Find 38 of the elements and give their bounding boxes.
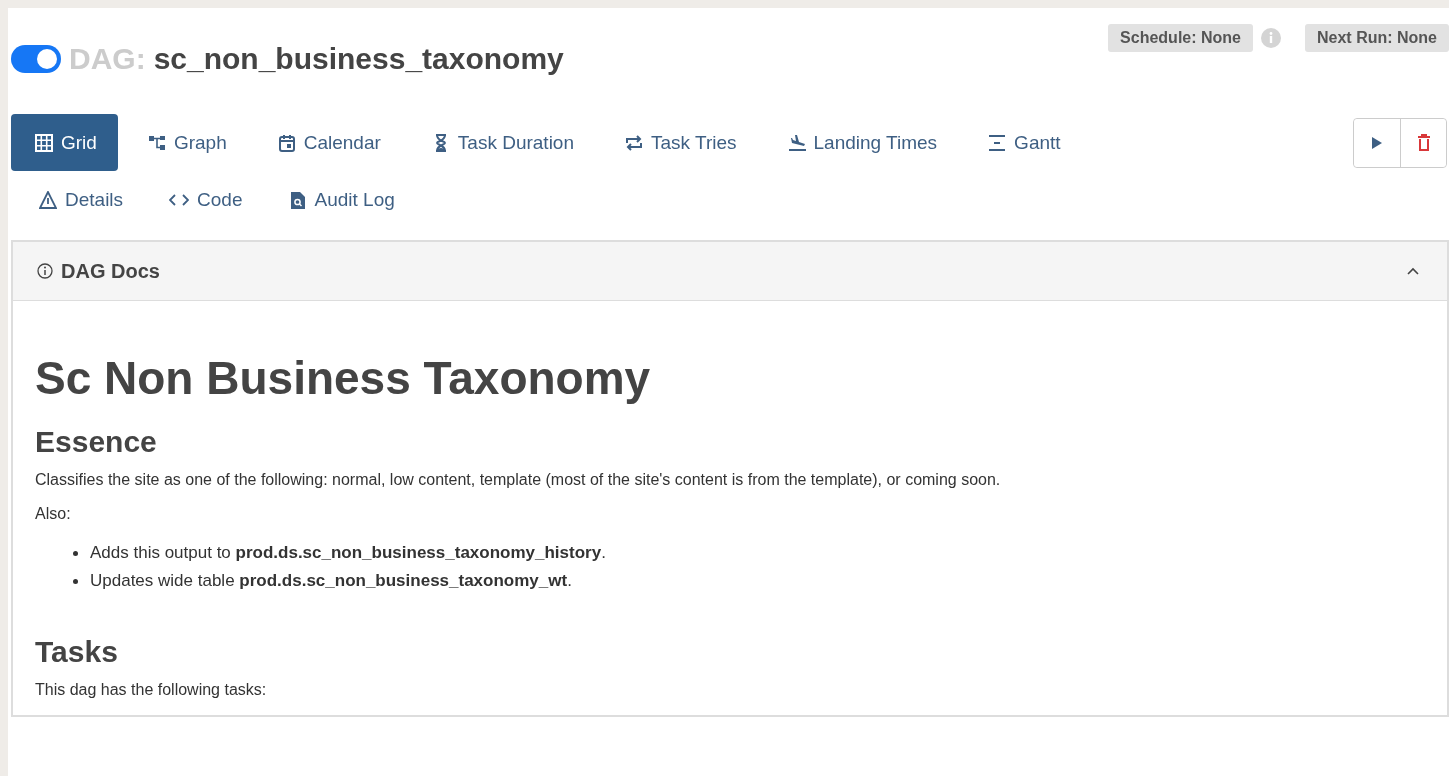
delete-button[interactable]	[1400, 118, 1446, 167]
nav-link[interactable]: Details	[39, 189, 124, 211]
gantt-icon	[988, 134, 1007, 152]
trash-icon	[1416, 133, 1431, 152]
paragraph: Classifies the site as one of the following: normal, low content, template (most of the site's content is from the template), or coming soon.	[35, 471, 1002, 489]
schedule-badge: Next Run: None	[1305, 24, 1449, 52]
list-item: Updates wide table prod.ds.sc_non_business_taxonomy_wt.	[90, 570, 572, 592]
nav-link[interactable]: Audit Log	[288, 189, 395, 211]
info-icon	[37, 263, 53, 279]
list-item: Adds this output to prod.ds.sc_non_business_taxonomy_history.	[90, 542, 606, 564]
doc-heading: Sc Non Business Taxonomy	[35, 351, 652, 405]
calendar-icon	[277, 134, 296, 152]
file-search-icon	[288, 191, 307, 209]
pause-toggle[interactable]	[11, 45, 61, 73]
paragraph: Also:	[35, 505, 72, 523]
paragraph: This dag has the following tasks:	[35, 681, 268, 699]
dag-name: sc_non_business_taxonomy	[153, 42, 564, 76]
view-tab[interactable]: Graph	[123, 114, 248, 171]
view-tab[interactable]: Landing Times	[763, 114, 959, 171]
bullet-icon	[73, 550, 78, 556]
view-tab[interactable]: Grid	[11, 114, 118, 171]
view-tab[interactable]: Gantt	[964, 114, 1082, 171]
panel-header[interactable]: DAG Docs	[13, 242, 1447, 301]
play-icon	[1371, 135, 1383, 150]
bullet-icon	[73, 578, 78, 584]
plane-landing-icon	[787, 134, 806, 152]
nav-link[interactable]: Code	[169, 189, 243, 211]
grid-icon	[35, 134, 53, 152]
section-heading: Tasks	[35, 635, 119, 669]
view-tab[interactable]: Calendar	[253, 114, 402, 171]
schedule-badge: Schedule: None	[1108, 24, 1253, 52]
graph-icon	[147, 134, 166, 152]
view-tab[interactable]: Task Tries	[601, 114, 758, 171]
view-tab[interactable]: Task Duration	[407, 114, 595, 171]
warning-icon	[39, 191, 57, 209]
section-heading: Essence	[35, 425, 158, 459]
panel-title: DAG Docs	[61, 259, 160, 283]
repeat-icon	[625, 134, 643, 152]
